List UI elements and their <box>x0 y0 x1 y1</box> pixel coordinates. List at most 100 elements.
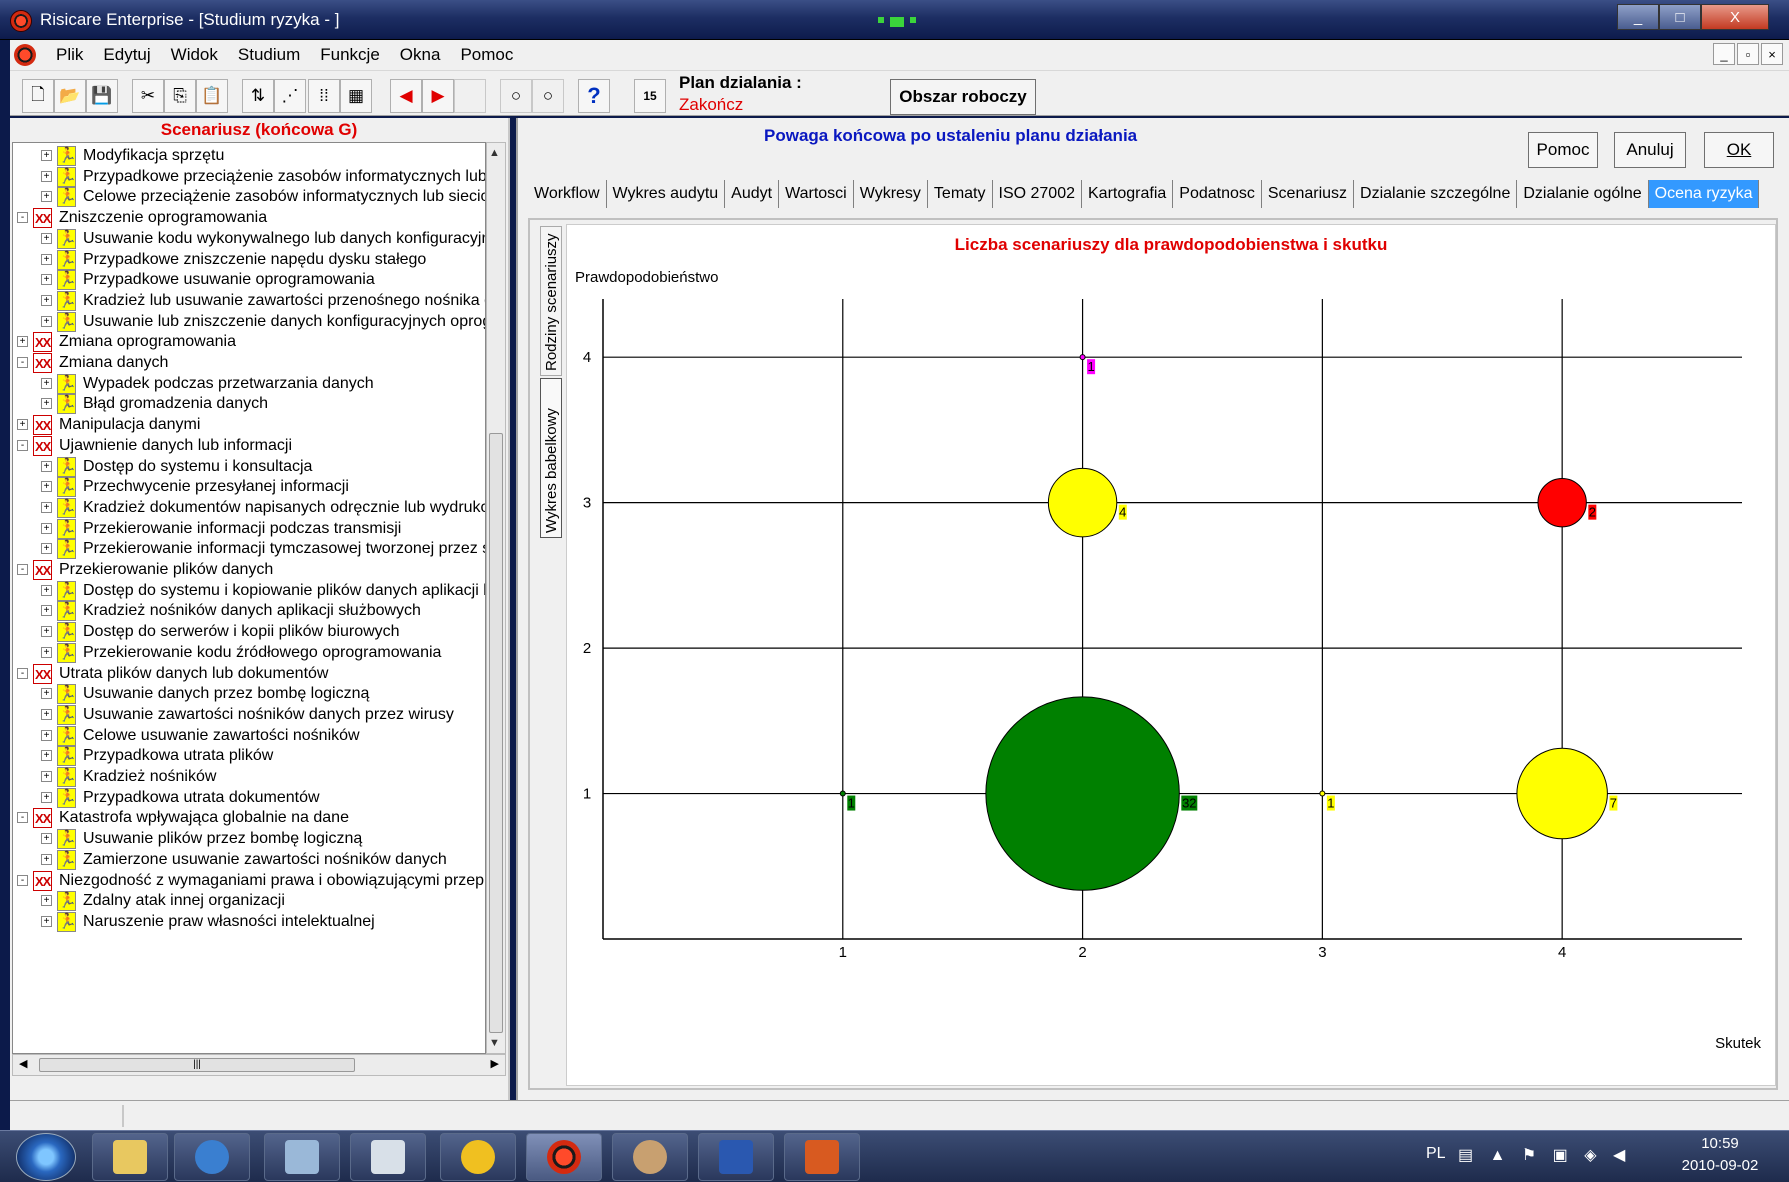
tree-item[interactable]: + Celowe usuwanie zawartości nośników <box>13 725 485 747</box>
doc-minimize-button[interactable]: _ <box>1713 43 1735 65</box>
expand-icon[interactable]: + <box>41 895 52 907</box>
cut-icon[interactable]: ✂ <box>132 79 164 113</box>
language-indicator[interactable]: PL <box>1426 1145 1446 1163</box>
expand-icon[interactable]: + <box>41 274 52 286</box>
expand-icon[interactable]: + <box>41 771 52 782</box>
tab-workflow[interactable]: Workflow <box>528 180 607 208</box>
tree-item[interactable]: + Kradzież nośników danych aplikacji służ… <box>13 600 485 622</box>
collapse-icon[interactable]: - <box>17 212 28 224</box>
tab-dzialanie-og-lne[interactable]: Dzialanie ogólne <box>1517 180 1649 208</box>
document-icon[interactable] <box>14 44 36 66</box>
expand-icon[interactable]: + <box>41 232 52 244</box>
arrow-left-icon[interactable]: ◀ <box>390 79 422 113</box>
tab-wykresy[interactable]: Wykresy <box>854 180 928 208</box>
tree-item[interactable]: + Zamierzone usuwanie zawartości nośników… <box>13 849 485 871</box>
tree-item[interactable]: + Przypadkowe usuwanie oprogramowania <box>13 269 485 291</box>
expand-icon[interactable]: + <box>41 853 52 865</box>
expand-icon[interactable]: + <box>41 501 52 513</box>
taskbar-powerpoint-icon[interactable] <box>784 1133 860 1181</box>
tree-item[interactable]: + Celowe przeciążenie zasobów informatycz… <box>13 186 485 208</box>
tree-item[interactable]: + Usuwanie danych przez bombę logiczną <box>13 683 485 705</box>
expand-icon[interactable]: + <box>41 481 52 493</box>
clock-time[interactable]: 10:59 <box>1670 1135 1770 1152</box>
workspace-button[interactable]: Obszar roboczy <box>890 79 1036 115</box>
expand-icon[interactable]: + <box>41 708 52 720</box>
tree-item[interactable]: + Przechwycenie przesyłanej informacji <box>13 476 485 498</box>
menu-okna[interactable]: Okna <box>390 45 451 65</box>
tree-item[interactable]: + Wypadek podczas przetwarzania danych <box>13 373 485 395</box>
tree-item[interactable]: + Kradzież lub usuwanie zawartości przeno… <box>13 290 485 312</box>
tree-item[interactable]: + Usuwanie lub zniszczenie danych konfigu… <box>13 311 485 333</box>
tree-item[interactable]: + Zdalny atak innej organizacji <box>13 890 485 912</box>
collapse-icon[interactable]: - <box>17 667 28 679</box>
tree-item[interactable]: - Zmiana danych <box>13 352 485 375</box>
expand-icon[interactable]: + <box>41 688 52 700</box>
tab-ocena-ryzyka[interactable]: Ocena ryzyka <box>1648 180 1760 208</box>
tree-item[interactable]: + Przypadkowa utrata dokumentów <box>13 787 485 809</box>
expand-icon[interactable]: + <box>17 336 28 348</box>
expand-icon[interactable]: + <box>17 419 28 431</box>
menu-widok[interactable]: Widok <box>161 45 228 65</box>
tree-item[interactable]: + Przypadkowe przeciążenie zasobów inform… <box>13 166 485 188</box>
collapse-icon[interactable]: - <box>17 874 28 886</box>
tree-item[interactable]: + Modyfikacja sprzętu <box>13 145 485 167</box>
expand-icon[interactable]: + <box>41 191 52 203</box>
tab-wykres-audytu[interactable]: Wykres audytu <box>607 180 726 208</box>
expand-icon[interactable]: + <box>41 253 52 265</box>
tab-audyt[interactable]: Audyt <box>725 180 780 208</box>
expand-icon[interactable]: + <box>41 460 52 472</box>
tree-item[interactable]: + Zmiana oprogramowania <box>13 331 485 354</box>
menu-edytuj[interactable]: Edytuj <box>93 45 160 65</box>
copy-icon[interactable]: ⎘ <box>164 79 196 113</box>
menu-pomoc[interactable]: Pomoc <box>450 45 523 65</box>
tree-item[interactable]: + Dostęp do systemu i konsultacja <box>13 456 485 478</box>
tree-item[interactable]: - Ujawnienie danych lub informacji <box>13 435 485 458</box>
tree-item[interactable]: + Usuwanie plików przez bombę logiczną <box>13 828 485 850</box>
scroll-down-icon[interactable]: ▼ <box>489 1037 500 1049</box>
tree-item[interactable]: - Przekierowanie plików danych <box>13 559 485 582</box>
menu-studium[interactable]: Studium <box>228 45 310 65</box>
collapse-icon[interactable]: - <box>17 812 28 824</box>
expand-icon[interactable]: + <box>41 150 52 161</box>
hscroll-thumb[interactable]: ||| <box>39 1058 355 1072</box>
help-icon[interactable]: ? <box>578 79 610 113</box>
tree-item[interactable]: - Zniszczenie oprogramowania <box>13 207 485 230</box>
save-icon[interactable]: 💾 <box>86 79 118 113</box>
taskbar-paint-icon[interactable] <box>612 1133 688 1181</box>
paste-icon[interactable]: 📋 <box>196 79 228 113</box>
cancel-button[interactable]: Anuluj <box>1614 132 1686 168</box>
calendar-icon[interactable]: 15 <box>634 79 666 113</box>
doc-restore-button[interactable]: ▫ <box>1737 43 1759 65</box>
expand-icon[interactable]: + <box>41 522 52 534</box>
collapse-icon[interactable]: - <box>17 357 28 368</box>
doc-close-button[interactable]: × <box>1761 43 1783 65</box>
taskbar-media-center-icon[interactable] <box>350 1133 426 1181</box>
tree-item[interactable]: - Niezgodność z wymaganiami prawa i obowi… <box>13 870 485 893</box>
expand-icon[interactable]: + <box>41 626 52 638</box>
minimize-button[interactable]: _ <box>1617 4 1659 30</box>
tab-bubble-chart[interactable]: Wykres babelkowy <box>540 378 562 538</box>
tree-item[interactable]: + Usuwanie zawartości nośników danych prz… <box>13 704 485 726</box>
taskbar-media-player-icon[interactable] <box>174 1133 250 1181</box>
disabled-circle-icon[interactable]: ○ <box>500 79 532 113</box>
expand-icon[interactable]: + <box>41 543 52 555</box>
tree-item[interactable]: + Naruszenie praw własności intelektualne… <box>13 911 485 933</box>
tree-item[interactable]: + Przekierowanie kodu źródłowego oprogram… <box>13 642 485 664</box>
expand-icon[interactable]: + <box>41 170 52 182</box>
expand-icon[interactable]: + <box>41 646 52 658</box>
scroll-up-icon[interactable]: ▲ <box>489 147 500 159</box>
tree-item[interactable]: + Kradzież nośników <box>13 766 485 788</box>
maximize-button[interactable]: □ <box>1659 4 1701 30</box>
taskbar-explorer-icon[interactable] <box>92 1133 168 1181</box>
start-button[interactable] <box>16 1133 76 1181</box>
empty-tool-button[interactable] <box>454 79 486 113</box>
tab-tematy[interactable]: Tematy <box>928 180 993 208</box>
taskbar-word-icon[interactable] <box>698 1133 774 1181</box>
scroll-left-icon[interactable]: ◀ <box>19 1057 27 1070</box>
collapse-icon[interactable]: - <box>17 439 28 451</box>
tree-item[interactable]: + Usuwanie kodu wykonywalnego lub danych … <box>13 228 485 250</box>
scroll-thumb[interactable] <box>489 433 503 1033</box>
close-button[interactable]: X <box>1701 4 1769 30</box>
disabled-circle-icon-2[interactable]: ○ <box>532 79 564 113</box>
app-icon[interactable] <box>10 10 32 32</box>
